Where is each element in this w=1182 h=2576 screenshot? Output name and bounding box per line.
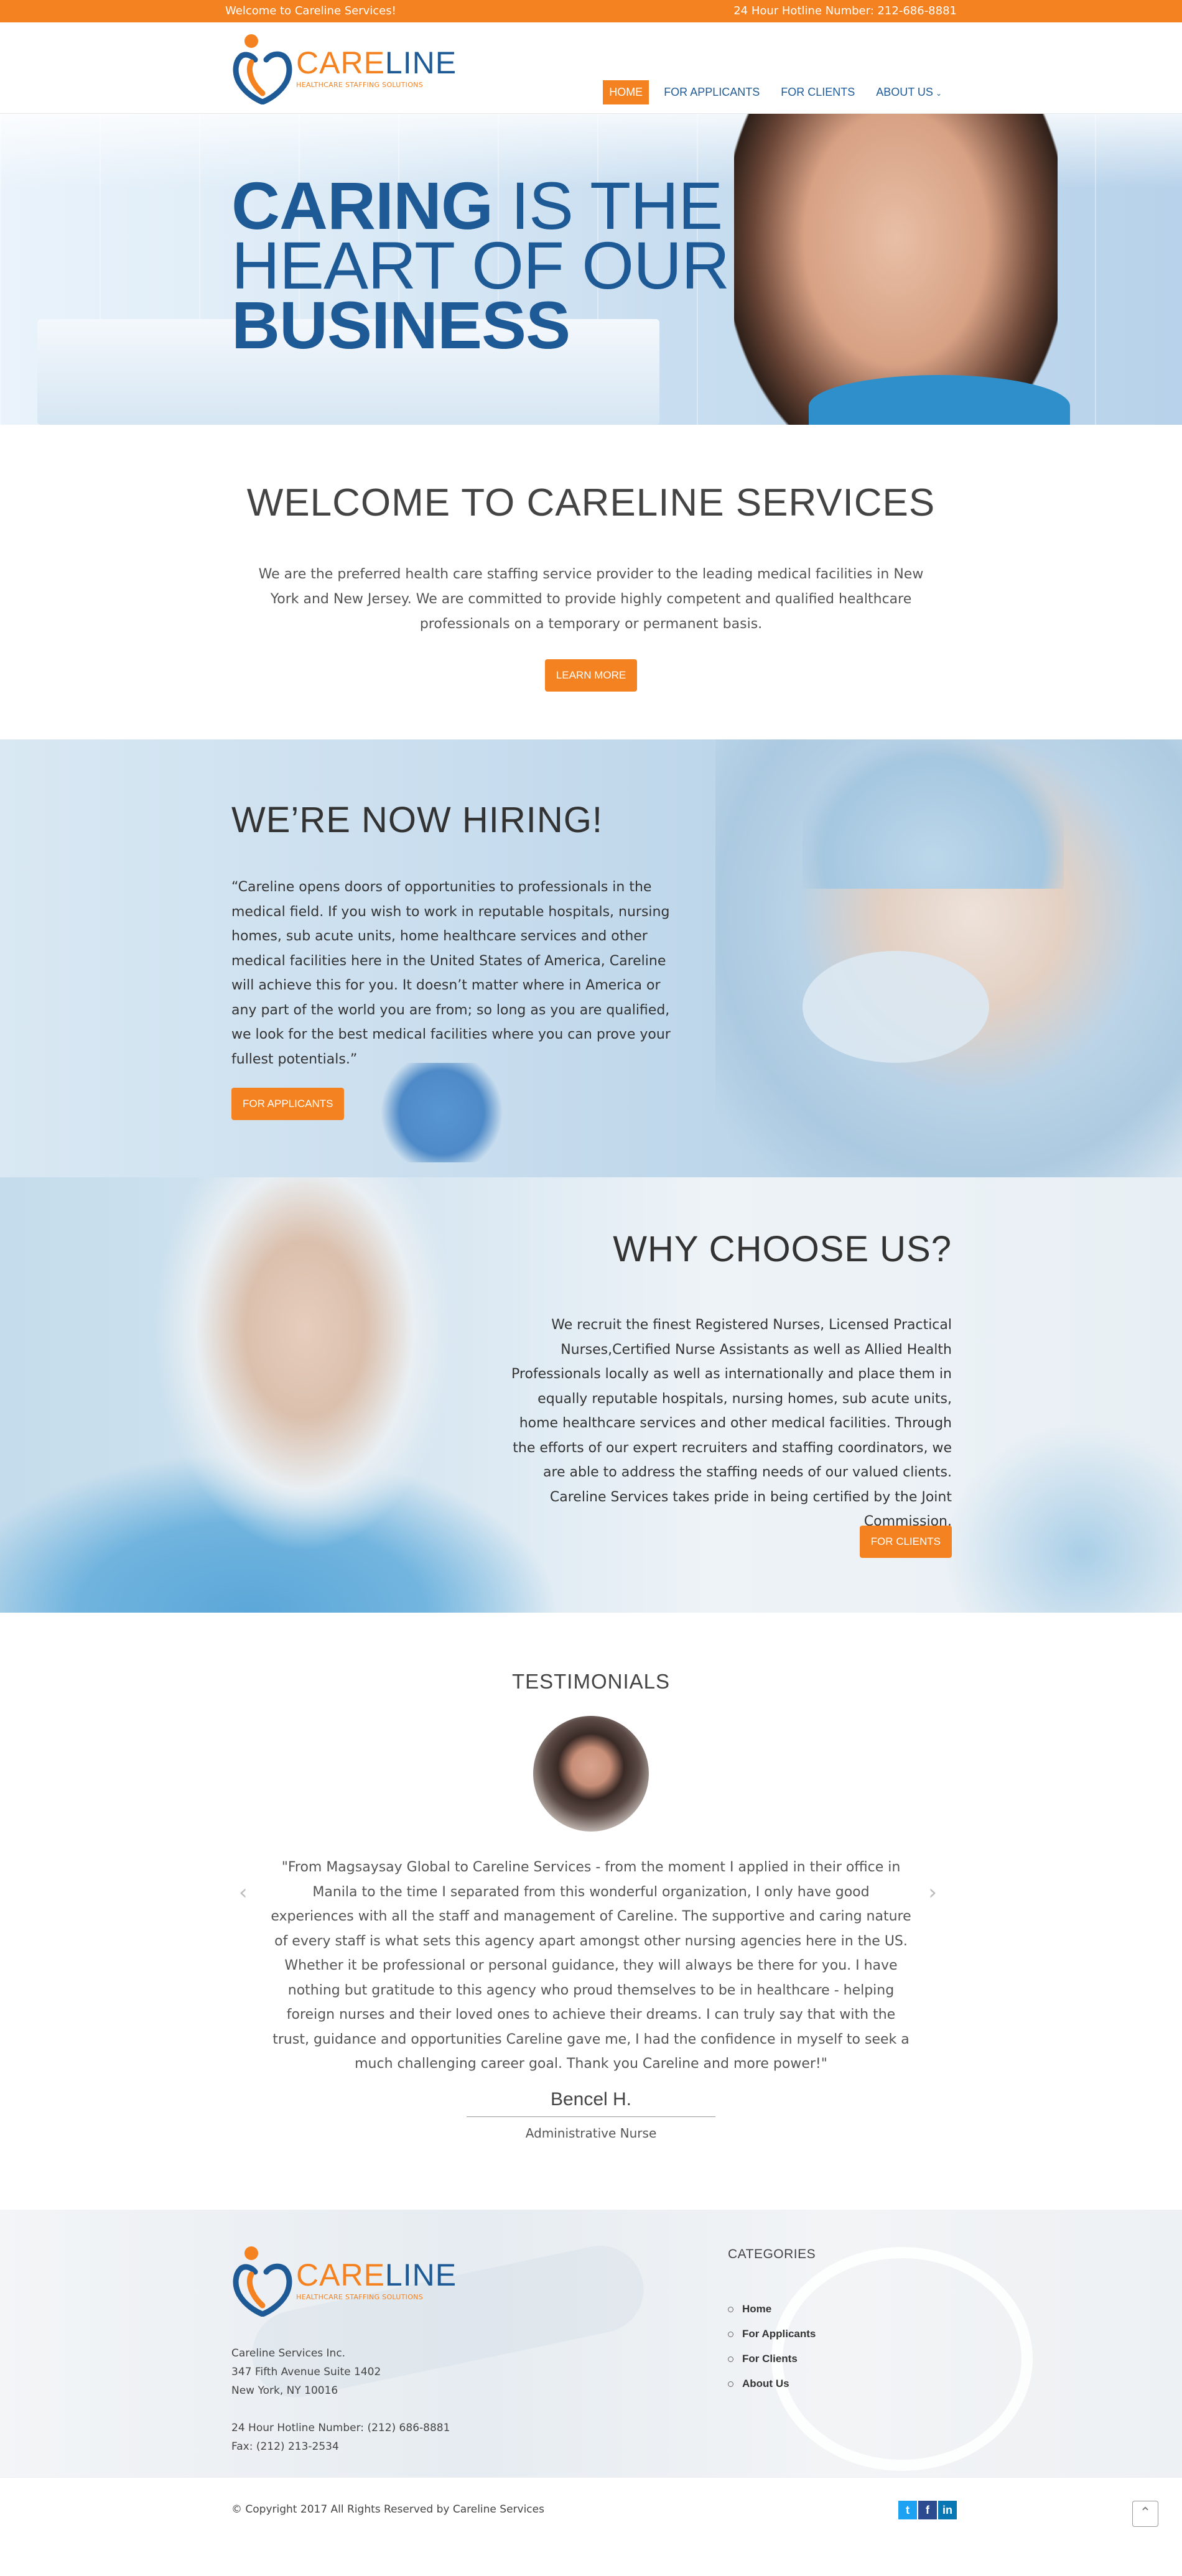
company-name: Careline Services Inc.	[231, 2347, 346, 2360]
testimonial-role: Administrative Nurse	[525, 2125, 657, 2141]
welcome-text: Welcome to Careline Services!	[225, 4, 396, 17]
category-about-us[interactable]: About Us	[728, 2371, 816, 2396]
scroll-to-top-button[interactable]: ⌃	[1132, 2501, 1158, 2527]
why-background-image	[933, 1414, 1182, 1613]
chevron-right-icon[interactable]: ›	[928, 1880, 937, 1905]
category-home[interactable]: Home	[728, 2297, 816, 2322]
logo-name: CARELINE	[296, 45, 457, 80]
why-doctor-image	[112, 1177, 498, 1613]
logo-wordmark: CARELINE HEALTHCARE STAFFING SOLUTIONS	[296, 2259, 457, 2301]
top-bar: Welcome to Careline Services! 24 Hour Ho…	[0, 0, 1182, 22]
chevron-left-icon[interactable]: ‹	[239, 1880, 248, 1905]
hero-banner: CARING IS THE HEART OF OUR BUSINESS	[0, 114, 1182, 425]
why-body: We recruit the finest Registered Nurses,…	[511, 1317, 952, 1529]
page: Welcome to Careline Services! 24 Hour Ho…	[0, 0, 1182, 2569]
chevron-down-icon: ⌄	[935, 89, 942, 98]
logo-tagline: HEALTHCARE STAFFING SOLUTIONS	[296, 80, 423, 89]
categories-title: CATEGORIES	[728, 2247, 816, 2261]
divider	[467, 2116, 715, 2117]
facebook-icon[interactable]: f	[918, 2501, 937, 2519]
city-address: New York, NY 10016	[231, 2384, 338, 2397]
learn-more-button[interactable]: LEARN MORE	[544, 659, 638, 692]
category-for-applicants[interactable]: For Applicants	[728, 2322, 816, 2347]
hiring-section: WE’RE NOW HIRING! “Careline opens doors …	[0, 739, 1182, 1177]
linkedin-icon[interactable]: in	[938, 2501, 957, 2519]
social-links: t f in	[898, 2501, 957, 2519]
nav-for-clients[interactable]: FOR CLIENTS	[775, 80, 861, 104]
avatar	[533, 1716, 649, 1832]
bullet-icon	[728, 2356, 733, 2362]
copyright-text: © Copyright 2017 All Rights Reserved by …	[231, 2503, 544, 2516]
for-applicants-button[interactable]: FOR APPLICANTS	[231, 1088, 345, 1120]
for-clients-button[interactable]: FOR CLIENTS	[859, 1526, 952, 1558]
heart-logo-icon	[233, 2243, 292, 2317]
bullet-icon	[728, 2381, 733, 2387]
bullet-icon	[728, 2307, 733, 2312]
testimonials-section: TESTIMONIALS ‹ › "From Magsaysay Global …	[0, 1613, 1182, 2210]
hotline-text: 24 Hour Hotline Number: 212-686-8881	[733, 4, 957, 17]
hiring-cap-image	[803, 739, 1064, 889]
welcome-title: WELCOME TO CARELINE SERVICES	[246, 481, 936, 524]
logo-tagline: HEALTHCARE STAFFING SOLUTIONS	[296, 2292, 423, 2301]
why-section: WHY CHOOSE US? We recruit the finest Reg…	[0, 1177, 1182, 1613]
welcome-body: We are the preferred health care staffin…	[258, 567, 924, 632]
footer-address: Careline Services Inc. 347 Fifth Avenue …	[231, 2344, 450, 2456]
main-nav: HOME FOR APPLICANTS FOR CLIENTS ABOUT US…	[594, 80, 948, 104]
footer-fax: Fax: (212) 213-2534	[231, 2440, 339, 2453]
footer-logo[interactable]: CARELINE HEALTHCARE STAFFING SOLUTIONS	[233, 2243, 457, 2317]
hero-title: CARING IS THE HEART OF OUR BUSINESS	[231, 168, 730, 363]
testimonials-title: TESTIMONIALS	[511, 1670, 671, 1693]
nav-for-applicants[interactable]: FOR APPLICANTS	[658, 80, 766, 104]
nav-home[interactable]: HOME	[603, 80, 649, 104]
header: CARELINE HEALTHCARE STAFFING SOLUTIONS H…	[0, 22, 1182, 114]
why-title: WHY CHOOSE US?	[613, 1229, 952, 1269]
heart-logo-icon	[233, 31, 292, 105]
nav-about-us[interactable]: ABOUT US ⌄	[870, 80, 948, 104]
nav-about-us-label: ABOUT US	[876, 86, 933, 98]
logo[interactable]: CARELINE HEALTHCARE STAFFING SOLUTIONS	[233, 31, 457, 105]
footer-bottom: © Copyright 2017 All Rights Reserved by …	[0, 2477, 1182, 2569]
logo-name: CARELINE	[296, 2257, 457, 2292]
logo-wordmark: CARELINE HEALTHCARE STAFFING SOLUTIONS	[296, 47, 457, 89]
testimonial-author: Bencel H.	[550, 2088, 632, 2110]
testimonial-quote: "From Magsaysay Global to Careline Servi…	[271, 1860, 911, 2072]
footer: CARELINE HEALTHCARE STAFFING SOLUTIONS C…	[0, 2210, 1182, 2477]
hiring-title: WE’RE NOW HIRING!	[231, 800, 603, 840]
hiring-body: “Careline opens doors of opportunities t…	[231, 879, 671, 1067]
categories-list: Home For Applicants For Clients About Us	[728, 2297, 816, 2396]
footer-hotline: 24 Hour Hotline Number: (212) 686-8881	[231, 2422, 450, 2434]
hiring-mask-image	[803, 951, 989, 1063]
welcome-section: WELCOME TO CARELINE SERVICES We are the …	[0, 425, 1182, 739]
bullet-icon	[728, 2332, 733, 2337]
hiring-glove-image	[373, 1063, 510, 1162]
street-address: 347 Fifth Avenue Suite 1402	[231, 2366, 381, 2378]
category-for-clients[interactable]: For Clients	[728, 2347, 816, 2371]
twitter-icon[interactable]: t	[898, 2501, 917, 2519]
